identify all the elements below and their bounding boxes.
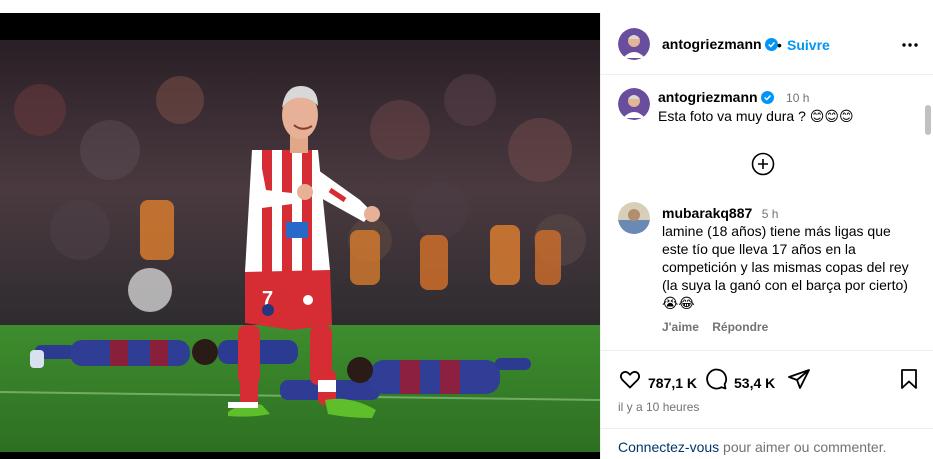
avatar-image-icon xyxy=(618,202,650,234)
comment-like-button[interactable]: J'aime xyxy=(662,320,699,334)
verified-badge-icon xyxy=(764,38,778,51)
follow-button[interactable]: Suivre xyxy=(787,37,830,53)
likes-count[interactable]: 787,1 K xyxy=(648,375,697,391)
comment-actions: J'aime Répondre xyxy=(662,320,768,334)
comment-time: 5 h xyxy=(761,207,779,221)
scrollbar-thumb[interactable] xyxy=(925,105,931,135)
comment-icon[interactable] xyxy=(704,367,728,391)
comment-author-row: mubarakq887 5 h xyxy=(662,205,778,223)
header-author-row: antogriezmann xyxy=(662,36,778,54)
caption-username[interactable]: antogriezmann xyxy=(658,89,758,105)
comment-emojis: 😭😂 xyxy=(662,295,695,311)
caption-avatar[interactable] xyxy=(618,88,650,120)
bookmark-icon[interactable] xyxy=(897,367,921,391)
comment-text: lamine (18 años) tiene más ligas que est… xyxy=(662,222,912,312)
author-avatar[interactable] xyxy=(618,28,650,60)
comment-body: lamine (18 años) tiene más ligas que est… xyxy=(662,223,909,293)
more-options-icon[interactable] xyxy=(898,33,922,57)
post-time-ago: il y a 10 heures xyxy=(618,400,700,414)
media-panel: 7 xyxy=(0,13,600,459)
caption-text: Esta foto va muy dura ? 😊😊😊 xyxy=(658,107,908,125)
load-more-comments-icon[interactable] xyxy=(751,152,775,176)
post-actions: 787,1 K 53,4 K il y a 10 heures Connecte… xyxy=(601,350,933,459)
login-rest: pour aimer ou commenter. xyxy=(719,439,887,455)
share-icon[interactable] xyxy=(787,367,811,391)
comment-username[interactable]: mubarakq887 xyxy=(662,205,752,221)
caption-body: Esta foto va muy dura ? xyxy=(658,108,806,124)
header-separator: • xyxy=(777,37,782,53)
comments-area: antogriezmann 10 h Esta foto va muy dura… xyxy=(601,76,933,363)
verified-badge-icon xyxy=(760,91,774,104)
comments-scrollbar[interactable] xyxy=(924,95,932,355)
top-strip xyxy=(0,0,933,13)
caption-time: 10 h xyxy=(786,91,810,105)
caption-author-row: antogriezmann 10 h xyxy=(658,89,809,107)
comment-reply-button[interactable]: Répondre xyxy=(712,320,768,334)
commenter-avatar[interactable] xyxy=(618,202,650,234)
heart-icon[interactable] xyxy=(618,367,642,391)
avatar-image-icon xyxy=(618,28,650,60)
post-sidebar: antogriezmann • Suivre antogriezmann 10 … xyxy=(600,13,933,459)
avatar-image-icon xyxy=(618,88,650,120)
post-header: antogriezmann • Suivre xyxy=(601,13,933,75)
comments-count[interactable]: 53,4 K xyxy=(734,375,775,391)
caption-emojis: 😊😊😊 xyxy=(809,108,854,124)
login-link[interactable]: Connectez-vous xyxy=(618,439,719,455)
header-username[interactable]: antogriezmann xyxy=(662,36,762,52)
login-prompt: Connectez-vous pour aimer ou commenter. xyxy=(601,428,933,455)
post-photo[interactable]: 7 xyxy=(0,40,600,452)
